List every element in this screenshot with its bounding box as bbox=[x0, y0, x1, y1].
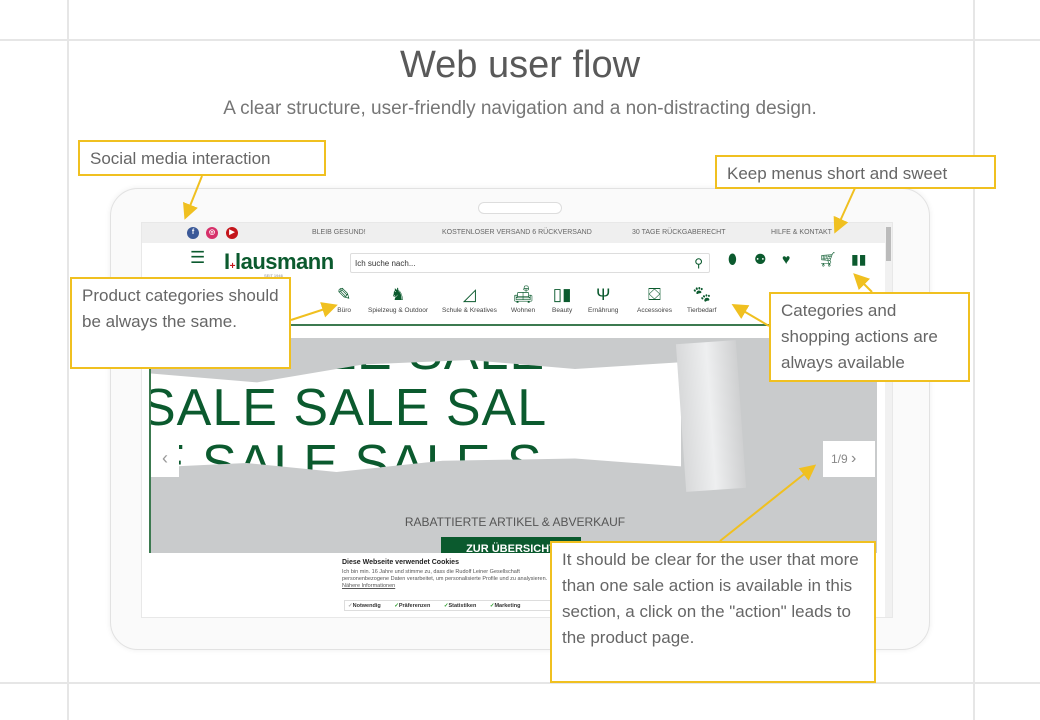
arrow-categories bbox=[290, 302, 338, 321]
arrow-social bbox=[183, 175, 203, 220]
note-categories: Product categories should be always the … bbox=[70, 277, 291, 369]
note-menus: Keep menus short and sweet bbox=[715, 155, 996, 189]
note-slider: It should be clear for the user that mor… bbox=[550, 541, 876, 683]
note-social: Social media interaction bbox=[78, 140, 326, 176]
arrow-categories-right bbox=[731, 303, 770, 327]
note-shopping: Categories and shopping actions are alwa… bbox=[769, 292, 970, 382]
arrow-shopping bbox=[853, 273, 873, 293]
arrow-menus bbox=[833, 187, 856, 234]
arrow-slider bbox=[719, 464, 817, 542]
